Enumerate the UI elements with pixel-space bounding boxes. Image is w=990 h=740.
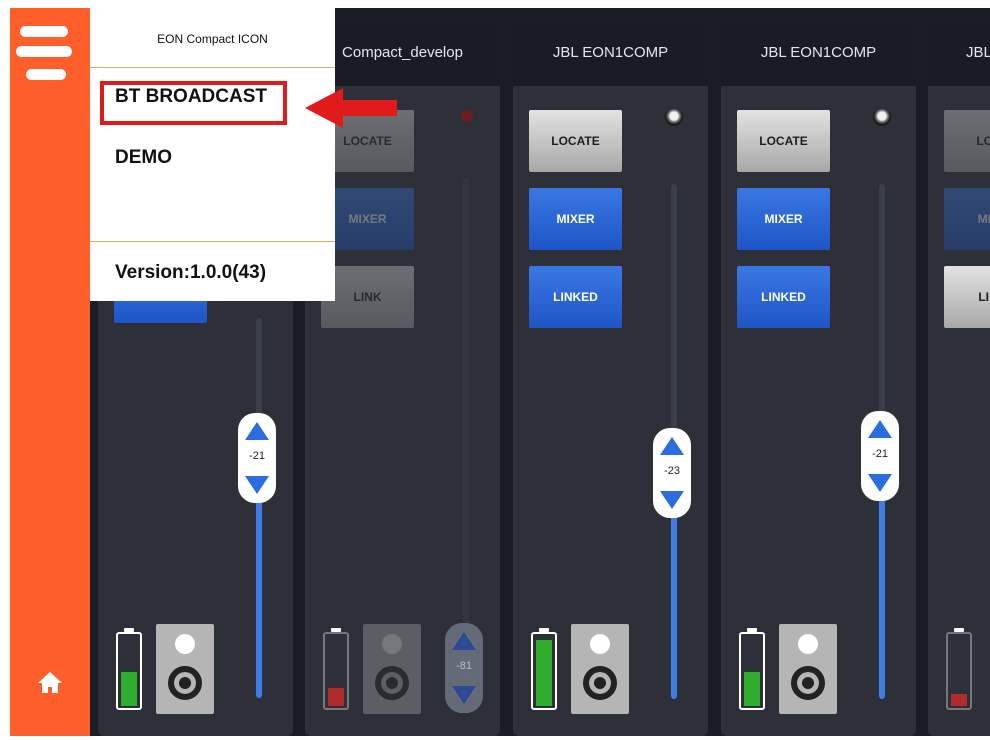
battery-icon [531, 628, 557, 710]
volume-down-icon[interactable] [868, 474, 892, 492]
locate-button[interactable]: LOCATE [529, 110, 622, 172]
version-label: Version:1.0.0(43) [115, 262, 267, 283]
annotation-highlight-box [100, 81, 287, 125]
channel-strip-5: JBL LO MI LI [928, 18, 990, 736]
channel-3-fader-knob[interactable]: -23 [653, 428, 691, 518]
menu-item-demo[interactable]: DEMO [115, 147, 172, 169]
hamburger-line [16, 46, 72, 57]
channel-2-fader-value: -81 [456, 660, 472, 672]
volume-up-icon[interactable] [660, 437, 684, 455]
volume-up-icon[interactable] [245, 422, 269, 440]
locate-button[interactable]: LO [944, 110, 990, 172]
linked-button[interactable]: LINKED [737, 266, 830, 328]
channel-3-fader-value: -23 [664, 465, 680, 477]
channel-1-fader-knob[interactable]: -21 [238, 413, 276, 503]
channel-5-name: JBL [928, 18, 990, 86]
volume-down-icon[interactable] [452, 686, 476, 704]
volume-down-icon[interactable] [660, 491, 684, 509]
battery-icon [946, 628, 972, 710]
status-led [873, 108, 891, 126]
hamburger-line [26, 69, 66, 80]
channel-strip-3: JBL EON1COMP LOCATE MIXER LINKED -23 [513, 18, 708, 736]
channel-2-fader-knob[interactable]: -81 [445, 623, 483, 713]
hamburger-line [20, 26, 68, 37]
status-led [461, 110, 473, 122]
battery-level [328, 688, 344, 706]
mixer-button[interactable]: MI [944, 188, 990, 250]
left-sidebar [10, 8, 90, 736]
battery-icon [116, 628, 142, 710]
volume-down-icon[interactable] [245, 476, 269, 494]
channel-3-name: JBL EON1COMP [513, 18, 708, 86]
battery-level [121, 672, 137, 706]
link-button[interactable]: LI [944, 266, 990, 328]
mixer-button[interactable]: MIXER [737, 188, 830, 250]
linked-button[interactable]: LINKED [529, 266, 622, 328]
speaker-icon [779, 624, 837, 714]
side-menu: EON Compact ICON BT BROADCAST DEMO Versi… [90, 8, 335, 301]
battery-icon [323, 628, 349, 710]
volume-up-icon[interactable] [452, 632, 476, 650]
battery-level [536, 640, 552, 706]
channel-1-fader-value: -21 [249, 450, 265, 462]
mixer-screen: -21 Compact_develop LOCATE MIXER LINK -8… [10, 8, 990, 736]
mixer-button[interactable]: MIXER [529, 188, 622, 250]
battery-level [951, 694, 967, 706]
status-led [665, 108, 683, 126]
speaker-icon [571, 624, 629, 714]
menu-divider [90, 67, 335, 68]
battery-icon [739, 628, 765, 710]
channel-4-fader-value: -21 [872, 448, 888, 460]
speaker-icon [156, 624, 214, 714]
menu-divider [90, 241, 335, 242]
speaker-icon [363, 624, 421, 714]
menu-title: EON Compact ICON [157, 32, 268, 46]
battery-level [744, 672, 760, 706]
channel-2-fader-track [463, 178, 469, 688]
channel-4-fader-knob[interactable]: -21 [861, 411, 899, 501]
channel-4-name: JBL EON1COMP [721, 18, 916, 86]
red-arrow-icon [305, 88, 397, 128]
volume-up-icon[interactable] [868, 420, 892, 438]
hamburger-icon[interactable] [10, 18, 80, 88]
home-icon[interactable] [35, 668, 65, 698]
channel-strip-4: JBL EON1COMP LOCATE MIXER LINKED -21 [721, 18, 916, 736]
locate-button[interactable]: LOCATE [737, 110, 830, 172]
